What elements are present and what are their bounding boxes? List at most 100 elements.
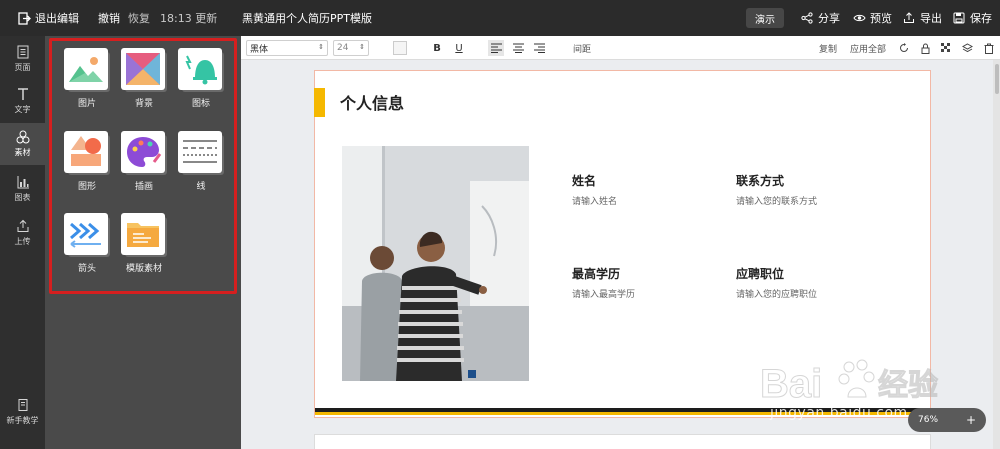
- field-name-label[interactable]: 姓名: [572, 172, 596, 189]
- layers-icon: [961, 42, 973, 52]
- font-size-value: 24: [337, 43, 349, 53]
- format-toolbar: 黑体 ⇕ 24 ⇕ B U 间距 复制 应用全部: [241, 36, 1000, 60]
- field-name-placeholder[interactable]: 请输入姓名: [572, 194, 617, 207]
- zoom-control[interactable]: 76% +: [908, 408, 986, 432]
- lines-icon: [183, 140, 217, 163]
- next-slide-thumbnail[interactable]: [314, 434, 931, 449]
- apply-all-button[interactable]: 应用全部: [850, 36, 886, 60]
- rotate-button[interactable]: [896, 40, 912, 56]
- font-family-value: 黑体: [250, 44, 269, 55]
- tile-picture[interactable]: 图片: [62, 48, 112, 109]
- nav-item-chart[interactable]: 图表: [0, 168, 45, 210]
- bold-button[interactable]: B: [429, 40, 445, 56]
- select-arrow-icon: ⇕: [318, 43, 324, 51]
- left-nav: 页面 文字 素材 图表 上传 新手教学: [0, 36, 45, 449]
- redo-button[interactable]: 恢复: [128, 0, 150, 36]
- document-title-text: 黑黄通用个人简历PPT模版: [242, 12, 372, 25]
- scrollbar-thumb[interactable]: [995, 64, 999, 94]
- tile-lines[interactable]: 线: [176, 131, 226, 192]
- undo-label: 撤销: [98, 12, 120, 25]
- vertical-scrollbar[interactable]: [993, 60, 1000, 449]
- nav-item-label: 上传: [14, 237, 31, 246]
- underline-button[interactable]: U: [451, 40, 467, 56]
- document-title[interactable]: 黑黄通用个人简历PPT模版: [242, 0, 372, 36]
- layer-button[interactable]: [959, 40, 975, 56]
- trash-icon: [984, 43, 994, 54]
- chart-icon: [17, 176, 29, 189]
- tile-label: 插画: [134, 182, 153, 192]
- export-button[interactable]: 导出: [902, 0, 942, 36]
- shape-icon: [71, 136, 101, 166]
- nav-item-label: 页面: [14, 63, 31, 72]
- share-label: 分享: [818, 12, 840, 25]
- profile-photo[interactable]: [342, 146, 529, 381]
- zoom-in-button[interactable]: +: [966, 413, 976, 427]
- export-label: 导出: [920, 12, 942, 25]
- field-contact-placeholder[interactable]: 请输入您的联系方式: [736, 194, 817, 207]
- svg-text:Bai: Bai: [760, 362, 822, 406]
- color-swatch[interactable]: [393, 41, 407, 55]
- font-size-select[interactable]: 24 ⇕: [333, 40, 369, 56]
- share-button[interactable]: 分享: [800, 0, 840, 36]
- lock-button[interactable]: [917, 40, 933, 56]
- tile-arrow[interactable]: 箭头: [62, 213, 112, 274]
- field-contact-label[interactable]: 联系方式: [736, 172, 784, 189]
- share-icon: [800, 11, 814, 25]
- slide-title[interactable]: 个人信息: [340, 90, 404, 114]
- align-center-button[interactable]: [510, 40, 526, 56]
- bell-icon: [185, 55, 217, 85]
- zoom-level[interactable]: 76%: [918, 415, 938, 425]
- tile-shape[interactable]: 图形: [62, 131, 112, 192]
- field-education-placeholder[interactable]: 请输入最高学历: [572, 287, 635, 300]
- save-button[interactable]: 保存: [952, 0, 992, 36]
- rotate-icon: [900, 43, 908, 52]
- export-icon: [902, 11, 916, 25]
- redo-label: 恢复: [128, 12, 150, 25]
- folder-icon: [127, 223, 159, 247]
- tutorial-button[interactable]: 新手教学: [0, 391, 45, 433]
- nav-item-label: 文字: [14, 105, 31, 114]
- save-status: 18:13 更新: [160, 0, 217, 36]
- field-education-label[interactable]: 最高学历: [572, 265, 620, 282]
- lock-icon: [921, 43, 929, 54]
- undo-button[interactable]: 撤销: [98, 0, 120, 36]
- nav-item-material[interactable]: 素材: [0, 123, 45, 165]
- tile-label: 背景: [134, 99, 153, 109]
- tile-background[interactable]: 背景: [119, 48, 169, 109]
- tile-template-material[interactable]: 模版素材: [119, 213, 169, 274]
- delete-button[interactable]: [981, 40, 997, 56]
- picture-icon: [69, 57, 103, 82]
- present-button[interactable]: 演示: [746, 8, 784, 28]
- tile-icon[interactable]: 图标: [176, 48, 226, 109]
- nav-item-page[interactable]: 页面: [0, 38, 45, 80]
- transparency-button[interactable]: [938, 40, 954, 56]
- tile-label: 图标: [191, 99, 210, 109]
- preview-label: 预览: [870, 12, 892, 25]
- align-left-icon: [490, 43, 502, 53]
- exit-edit-button[interactable]: 退出编辑: [17, 0, 79, 36]
- text-icon: [17, 88, 28, 100]
- exit-icon: [17, 11, 31, 25]
- arrow-icon: [70, 222, 101, 248]
- nav-item-upload[interactable]: 上传: [0, 212, 45, 254]
- field-position-label[interactable]: 应聘职位: [736, 265, 784, 282]
- background-icon: [126, 53, 160, 85]
- svg-text:经验: 经验: [878, 368, 938, 402]
- preview-button[interactable]: 预览: [852, 0, 892, 36]
- field-position-placeholder[interactable]: 请输入您的应聘职位: [736, 287, 817, 300]
- align-left-button[interactable]: [488, 40, 504, 56]
- save-icon: [952, 11, 966, 25]
- save-time: 18:13 更新: [160, 12, 218, 25]
- copy-button[interactable]: 复制: [819, 36, 837, 60]
- page-icon: [17, 45, 28, 59]
- font-family-select[interactable]: 黑体 ⇕: [246, 40, 328, 56]
- tile-label: 模版素材: [125, 264, 162, 274]
- save-label: 保存: [970, 12, 992, 25]
- tile-label: 线: [196, 182, 206, 192]
- tile-illustration[interactable]: 插画: [119, 131, 169, 192]
- tile-label: 图片: [77, 99, 96, 109]
- align-right-button[interactable]: [531, 40, 547, 56]
- nav-item-text[interactable]: 文字: [0, 80, 45, 122]
- book-icon: [18, 399, 27, 411]
- spacing-button[interactable]: 间距: [573, 36, 591, 60]
